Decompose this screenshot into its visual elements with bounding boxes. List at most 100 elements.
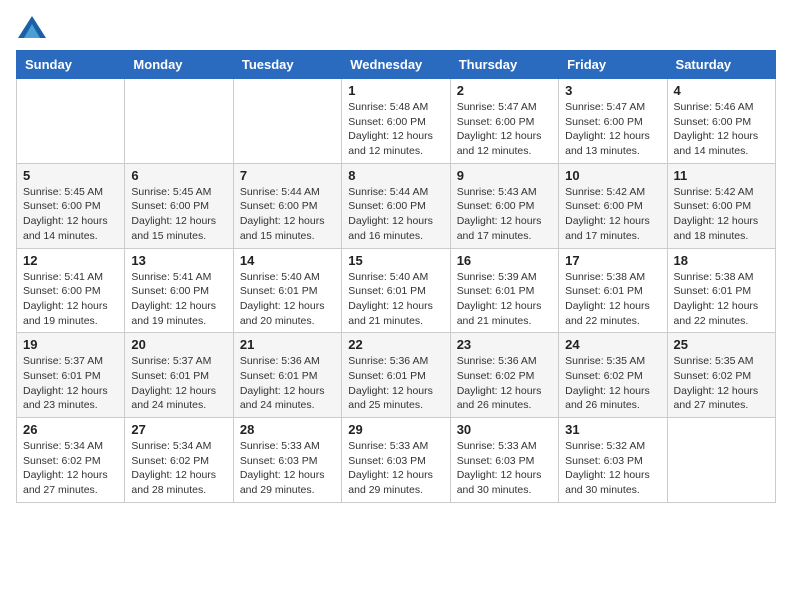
day-number: 28 — [240, 422, 335, 437]
day-info: Sunrise: 5:45 AMSunset: 6:00 PMDaylight:… — [131, 185, 226, 244]
weekday-header-cell: Tuesday — [233, 51, 341, 79]
day-number: 13 — [131, 253, 226, 268]
calendar-day-cell: 3Sunrise: 5:47 AMSunset: 6:00 PMDaylight… — [559, 79, 667, 164]
calendar-day-cell: 8 Sunrise: 5:44 AMSunset: 6:00 PMDaylight… — [342, 163, 450, 248]
day-info: Sunrise: 5:37 AMSunset: 6:01 PMDaylight:… — [131, 354, 226, 413]
calendar-day-cell: 25Sunrise: 5:35 AMSunset: 6:02 PMDayligh… — [667, 333, 775, 418]
calendar-day-cell: 15 Sunrise: 5:40 AMSunset: 6:01 PMDayligh… — [342, 248, 450, 333]
calendar-body: 1Sunrise: 5:48 AMSunset: 6:00 PMDaylight… — [17, 79, 776, 503]
day-number: 24 — [565, 337, 660, 352]
calendar-day-cell: 11 Sunrise: 5:42 AMSunset: 6:00 PMDayligh… — [667, 163, 775, 248]
calendar-day-cell: 16 Sunrise: 5:39 AMSunset: 6:01 PMDayligh… — [450, 248, 558, 333]
calendar-week-row: 26 Sunrise: 5:34 AMSunset: 6:02 PMDayligh… — [17, 418, 776, 503]
weekday-header-cell: Friday — [559, 51, 667, 79]
day-info: Sunrise: 5:46 AMSunset: 6:00 PMDaylight:… — [674, 100, 769, 159]
calendar-day-cell: 7 Sunrise: 5:44 AMSunset: 6:00 PMDaylight… — [233, 163, 341, 248]
day-info: Sunrise: 5:45 AMSunset: 6:00 PMDaylight:… — [23, 185, 118, 244]
day-info: Sunrise: 5:37 AMSunset: 6:01 PMDaylight:… — [23, 354, 118, 413]
day-number: 17 — [565, 253, 660, 268]
calendar-day-cell: 23Sunrise: 5:36 AMSunset: 6:02 PMDayligh… — [450, 333, 558, 418]
calendar-empty-cell — [125, 79, 233, 164]
day-number: 25 — [674, 337, 769, 352]
weekday-header-cell: Wednesday — [342, 51, 450, 79]
calendar-day-cell: 18 Sunrise: 5:38 AMSunset: 6:01 PMDayligh… — [667, 248, 775, 333]
day-number: 1 — [348, 83, 443, 98]
day-number: 8 — [348, 168, 443, 183]
calendar-table: SundayMondayTuesdayWednesdayThursdayFrid… — [16, 50, 776, 503]
day-info: Sunrise: 5:41 AMSunset: 6:00 PMDaylight:… — [23, 270, 118, 329]
calendar-day-cell: 22Sunrise: 5:36 AMSunset: 6:01 PMDayligh… — [342, 333, 450, 418]
day-number: 31 — [565, 422, 660, 437]
calendar-day-cell: 19 Sunrise: 5:37 AMSunset: 6:01 PMDayligh… — [17, 333, 125, 418]
calendar-day-cell: 10Sunrise: 5:42 AMSunset: 6:00 PMDayligh… — [559, 163, 667, 248]
calendar-empty-cell — [667, 418, 775, 503]
day-info: Sunrise: 5:42 AMSunset: 6:00 PMDaylight:… — [674, 185, 769, 244]
day-info: Sunrise: 5:35 AMSunset: 6:02 PMDaylight:… — [565, 354, 660, 413]
calendar-week-row: 19 Sunrise: 5:37 AMSunset: 6:01 PMDayligh… — [17, 333, 776, 418]
day-info: Sunrise: 5:33 AMSunset: 6:03 PMDaylight:… — [457, 439, 552, 498]
calendar-day-cell: 13 Sunrise: 5:41 AMSunset: 6:00 PMDayligh… — [125, 248, 233, 333]
day-info: Sunrise: 5:33 AMSunset: 6:03 PMDaylight:… — [348, 439, 443, 498]
day-info: Sunrise: 5:39 AMSunset: 6:01 PMDaylight:… — [457, 270, 552, 329]
calendar-day-cell: 31 Sunrise: 5:32 AMSunset: 6:03 PMDayligh… — [559, 418, 667, 503]
calendar-day-cell: 17 Sunrise: 5:38 AMSunset: 6:01 PMDayligh… — [559, 248, 667, 333]
calendar-day-cell: 9 Sunrise: 5:43 AMSunset: 6:00 PMDaylight… — [450, 163, 558, 248]
weekday-header-cell: Sunday — [17, 51, 125, 79]
day-info: Sunrise: 5:36 AMSunset: 6:02 PMDaylight:… — [457, 354, 552, 413]
day-number: 7 — [240, 168, 335, 183]
day-info: Sunrise: 5:38 AMSunset: 6:01 PMDaylight:… — [565, 270, 660, 329]
day-info: Sunrise: 5:47 AMSunset: 6:00 PMDaylight:… — [457, 100, 552, 159]
day-number: 30 — [457, 422, 552, 437]
day-info: Sunrise: 5:34 AMSunset: 6:02 PMDaylight:… — [23, 439, 118, 498]
weekday-header-cell: Saturday — [667, 51, 775, 79]
day-info: Sunrise: 5:43 AMSunset: 6:00 PMDaylight:… — [457, 185, 552, 244]
calendar-day-cell: 24 Sunrise: 5:35 AMSunset: 6:02 PMDayligh… — [559, 333, 667, 418]
day-number: 19 — [23, 337, 118, 352]
day-number: 27 — [131, 422, 226, 437]
day-number: 4 — [674, 83, 769, 98]
calendar-empty-cell — [233, 79, 341, 164]
calendar-day-cell: 26 Sunrise: 5:34 AMSunset: 6:02 PMDayligh… — [17, 418, 125, 503]
day-info: Sunrise: 5:34 AMSunset: 6:02 PMDaylight:… — [131, 439, 226, 498]
day-info: Sunrise: 5:38 AMSunset: 6:01 PMDaylight:… — [674, 270, 769, 329]
calendar-day-cell: 14 Sunrise: 5:40 AMSunset: 6:01 PMDayligh… — [233, 248, 341, 333]
day-info: Sunrise: 5:44 AMSunset: 6:00 PMDaylight:… — [348, 185, 443, 244]
day-number: 18 — [674, 253, 769, 268]
day-number: 5 — [23, 168, 118, 183]
calendar-day-cell: 28 Sunrise: 5:33 AMSunset: 6:03 PMDayligh… — [233, 418, 341, 503]
day-number: 16 — [457, 253, 552, 268]
day-info: Sunrise: 5:42 AMSunset: 6:00 PMDaylight:… — [565, 185, 660, 244]
day-info: Sunrise: 5:40 AMSunset: 6:01 PMDaylight:… — [240, 270, 335, 329]
day-info: Sunrise: 5:36 AMSunset: 6:01 PMDaylight:… — [348, 354, 443, 413]
day-number: 11 — [674, 168, 769, 183]
calendar-day-cell: 6 Sunrise: 5:45 AMSunset: 6:00 PMDaylight… — [125, 163, 233, 248]
calendar-day-cell: 12 Sunrise: 5:41 AMSunset: 6:00 PMDayligh… — [17, 248, 125, 333]
calendar-week-row: 12 Sunrise: 5:41 AMSunset: 6:00 PMDayligh… — [17, 248, 776, 333]
page-header — [16, 16, 776, 38]
day-info: Sunrise: 5:44 AMSunset: 6:00 PMDaylight:… — [240, 185, 335, 244]
day-number: 6 — [131, 168, 226, 183]
day-info: Sunrise: 5:47 AMSunset: 6:00 PMDaylight:… — [565, 100, 660, 159]
day-number: 12 — [23, 253, 118, 268]
day-info: Sunrise: 5:33 AMSunset: 6:03 PMDaylight:… — [240, 439, 335, 498]
day-number: 29 — [348, 422, 443, 437]
calendar-day-cell: 20Sunrise: 5:37 AMSunset: 6:01 PMDayligh… — [125, 333, 233, 418]
weekday-header-cell: Thursday — [450, 51, 558, 79]
calendar-day-cell: 4 Sunrise: 5:46 AMSunset: 6:00 PMDaylight… — [667, 79, 775, 164]
logo-icon — [18, 16, 46, 38]
day-info: Sunrise: 5:36 AMSunset: 6:01 PMDaylight:… — [240, 354, 335, 413]
day-info: Sunrise: 5:32 AMSunset: 6:03 PMDaylight:… — [565, 439, 660, 498]
logo — [16, 16, 46, 38]
day-number: 15 — [348, 253, 443, 268]
day-number: 9 — [457, 168, 552, 183]
day-number: 2 — [457, 83, 552, 98]
calendar-day-cell: 1Sunrise: 5:48 AMSunset: 6:00 PMDaylight… — [342, 79, 450, 164]
day-info: Sunrise: 5:41 AMSunset: 6:00 PMDaylight:… — [131, 270, 226, 329]
day-number: 14 — [240, 253, 335, 268]
calendar-day-cell: 29 Sunrise: 5:33 AMSunset: 6:03 PMDayligh… — [342, 418, 450, 503]
calendar-day-cell: 5 Sunrise: 5:45 AMSunset: 6:00 PMDaylight… — [17, 163, 125, 248]
day-number: 26 — [23, 422, 118, 437]
calendar-day-cell: 30 Sunrise: 5:33 AMSunset: 6:03 PMDayligh… — [450, 418, 558, 503]
day-info: Sunrise: 5:40 AMSunset: 6:01 PMDaylight:… — [348, 270, 443, 329]
weekday-header-row: SundayMondayTuesdayWednesdayThursdayFrid… — [17, 51, 776, 79]
